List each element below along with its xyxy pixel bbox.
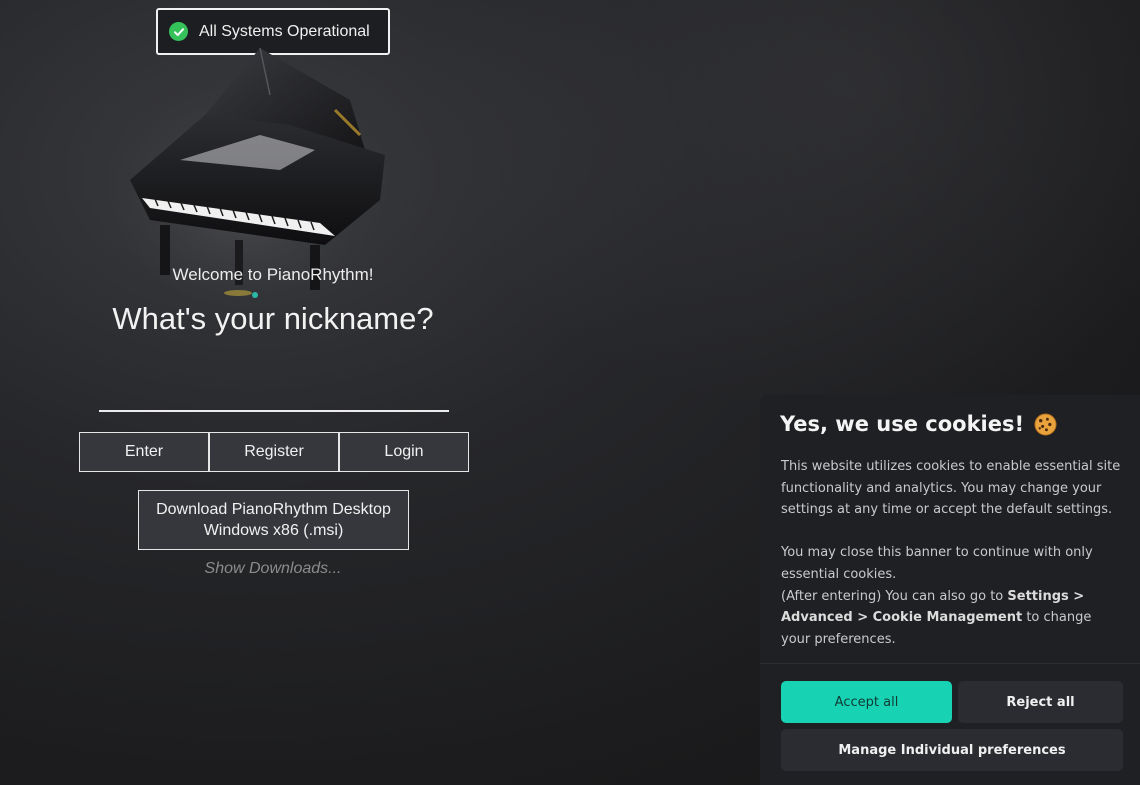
accept-all-cookies-button[interactable]: Accept all <box>781 681 952 723</box>
register-button[interactable]: Register <box>209 432 339 472</box>
enter-button[interactable]: Enter <box>79 432 209 472</box>
cookie-paragraph-2: You may close this banner to continue wi… <box>781 545 1093 582</box>
background-sheen <box>420 0 1140 420</box>
nickname-question: What's your nickname? <box>112 301 434 336</box>
download-desktop-button[interactable]: Download PianoRhythm Desktop Windows x86… <box>138 490 409 550</box>
check-circle-icon <box>169 22 188 41</box>
cookie-icon <box>1034 412 1057 436</box>
auth-button-row: Enter Register Login <box>79 432 469 472</box>
login-button[interactable]: Login <box>339 432 469 472</box>
cookie-paragraph-3: (After entering) You can also go to Sett… <box>781 586 1121 651</box>
cookie-banner-body: This website utilizes cookies to enable … <box>781 456 1121 650</box>
cookie-paragraph-1: This website utilizes cookies to enable … <box>781 459 1121 518</box>
show-downloads-link[interactable]: Show Downloads... <box>0 560 546 578</box>
download-button-title: Download PianoRhythm Desktop <box>156 501 391 518</box>
reject-all-cookies-button[interactable]: Reject all <box>958 681 1123 723</box>
nickname-input[interactable] <box>99 370 449 412</box>
manage-cookie-preferences-button[interactable]: Manage Individual preferences <box>781 729 1123 771</box>
cookie-banner-title: Yes, we use cookies! <box>780 412 1057 436</box>
cookie-consent-banner: Yes, we use cookies! This website utiliz… <box>760 395 1140 785</box>
cookie-title-text: Yes, we use cookies! <box>780 412 1025 436</box>
cookie-paragraph-3-prefix: (After entering) You can also go to <box>781 588 1008 604</box>
download-button-subtitle: Windows x86 (.msi) <box>203 522 344 539</box>
welcome-text: Welcome to PianoRhythm! <box>172 265 374 284</box>
system-status-text: All Systems Operational <box>199 22 370 40</box>
cookie-divider <box>760 663 1140 664</box>
